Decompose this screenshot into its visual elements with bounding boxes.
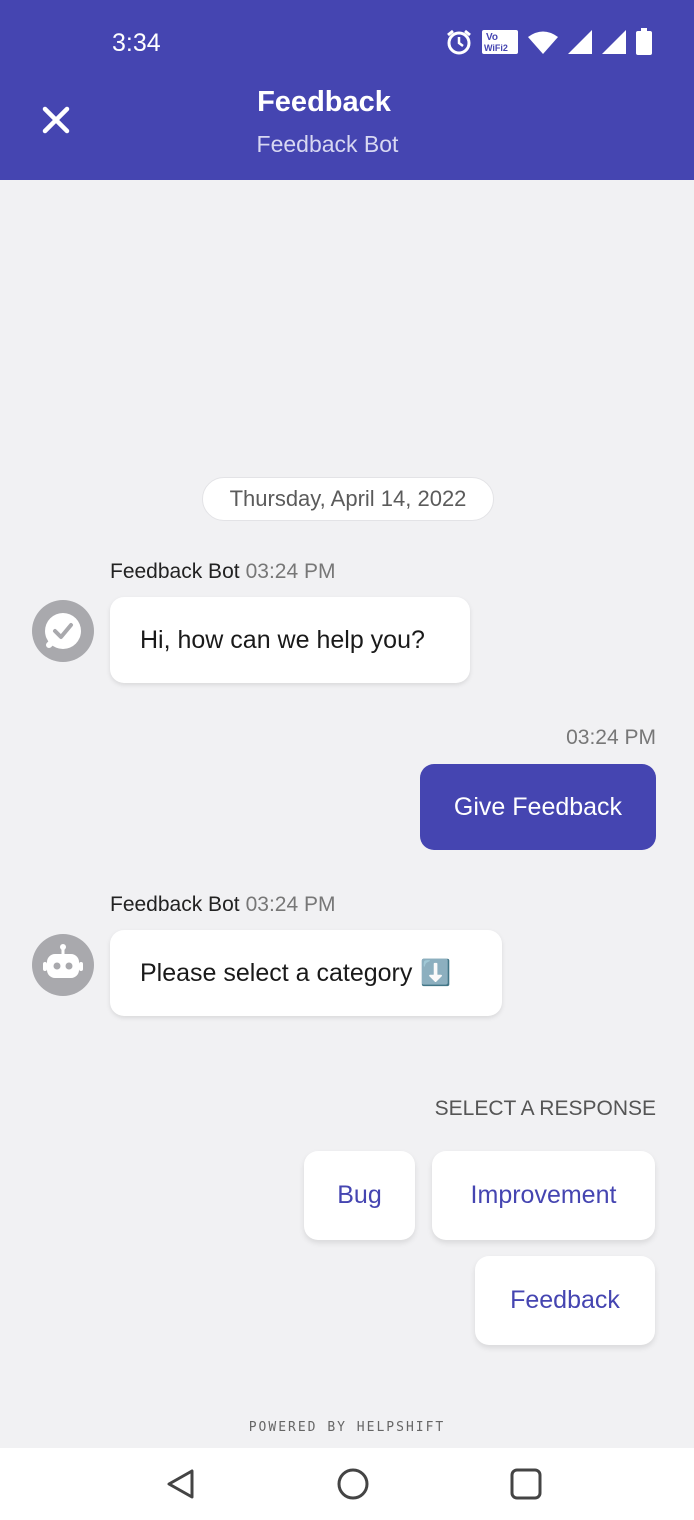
message-time: 03:24 PM xyxy=(245,560,336,583)
app-header: 3:34 Vo WiFi2 Feedback Feedback Bot xyxy=(0,0,694,180)
chat-bubble: Hi, how can we help you? xyxy=(110,597,470,683)
user-message-text: Give Feedback xyxy=(453,792,623,821)
date-separator: Thursday, April 14, 2022 xyxy=(202,477,494,521)
nav-recents-button[interactable] xyxy=(509,1467,543,1501)
message-time: 03:24 PM xyxy=(245,893,336,916)
page-title: Feedback xyxy=(257,86,391,118)
vowifi-bottom-text: WiFi2 xyxy=(484,43,508,53)
message-meta: Feedback Bot 03:24 PM xyxy=(110,893,335,917)
response-bug-button[interactable]: Bug xyxy=(304,1151,415,1240)
chat-bubble: Please select a category ⬇️ xyxy=(110,930,502,1016)
date-text: Thursday, April 14, 2022 xyxy=(229,486,467,511)
signal-icon-2 xyxy=(602,30,626,54)
signal-icon xyxy=(568,30,592,54)
powered-by-footer: POWERED BY HELPSHIFT xyxy=(248,1420,446,1435)
wifi-icon xyxy=(528,31,558,54)
back-triangle-icon xyxy=(167,1469,194,1499)
message-text: Please select a category xyxy=(140,958,413,987)
vowifi-top-text: Vo xyxy=(486,32,498,43)
message-meta: Feedback Bot 03:24 PM xyxy=(110,560,335,584)
status-time: 3:34 xyxy=(112,29,161,57)
response-label: Bug xyxy=(337,1181,382,1209)
response-feedback-button[interactable]: Feedback xyxy=(475,1256,655,1345)
page-subtitle: Feedback Bot xyxy=(256,131,399,157)
bot-avatar xyxy=(32,934,94,996)
nav-home-button[interactable] xyxy=(336,1467,370,1501)
sender-name: Feedback Bot xyxy=(110,560,240,583)
recents-square-icon xyxy=(510,1468,542,1500)
battery-icon xyxy=(636,28,652,55)
select-response-label: SELECT A RESPONSE xyxy=(434,1097,656,1120)
nav-back-button[interactable] xyxy=(164,1467,198,1501)
response-label: Improvement xyxy=(470,1181,617,1209)
status-icons: Vo WiFi2 xyxy=(445,26,653,58)
sender-name: Feedback Bot xyxy=(110,893,240,916)
user-chat-bubble: Give Feedback xyxy=(420,764,656,850)
message-text: Hi, how can we help you? xyxy=(140,625,425,654)
response-label: Feedback xyxy=(510,1286,620,1314)
robot-icon xyxy=(43,944,83,978)
home-circle-icon xyxy=(337,1468,369,1500)
system-nav-bar xyxy=(0,1448,694,1520)
response-improvement-button[interactable]: Improvement xyxy=(432,1151,655,1240)
vowifi-badge-icon: Vo WiFi2 xyxy=(482,30,518,54)
check-chat-icon xyxy=(45,613,81,649)
user-message-time: 03:24 PM xyxy=(566,726,656,749)
bot-avatar xyxy=(32,600,94,662)
alarm-icon xyxy=(447,29,471,55)
down-arrow-emoji: ⬇️ xyxy=(420,958,452,987)
